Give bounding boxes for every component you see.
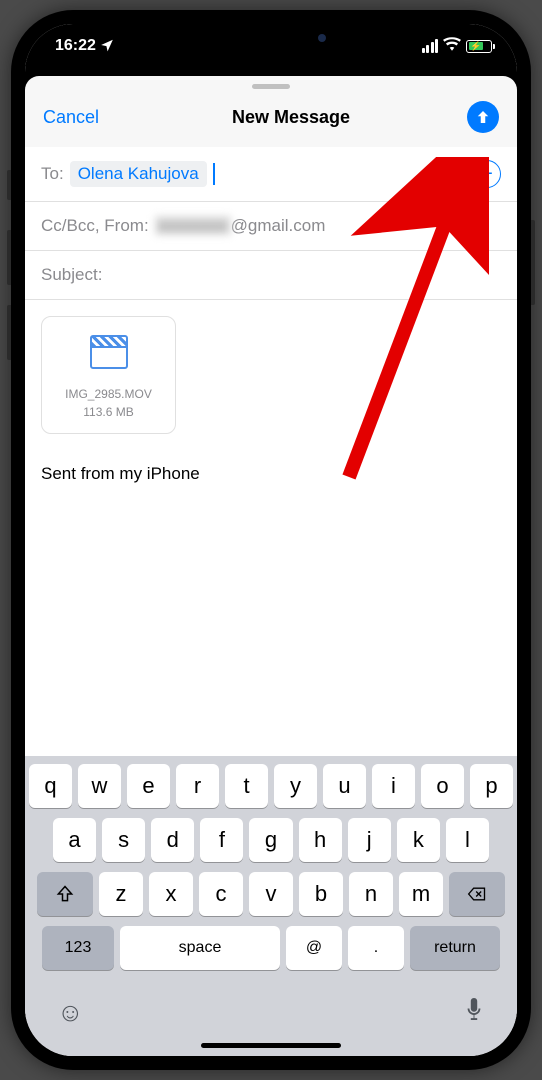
message-body[interactable]: IMG_2985.MOV 113.6 MB Sent from my iPhon… xyxy=(25,300,517,756)
iphone-frame: 16:22 ⚡ xyxy=(11,10,531,1070)
cellular-signal-icon xyxy=(422,39,439,53)
wifi-icon xyxy=(443,37,461,56)
plus-icon: + xyxy=(481,163,493,186)
key-m[interactable]: m xyxy=(399,872,443,916)
key-e[interactable]: e xyxy=(127,764,170,808)
key-j[interactable]: j xyxy=(348,818,391,862)
shift-key[interactable] xyxy=(37,872,93,916)
send-button[interactable] xyxy=(467,101,499,133)
key-r[interactable]: r xyxy=(176,764,219,808)
numbers-key[interactable]: 123 xyxy=(42,926,114,970)
keyboard-row-1: q w e r t y u i o p xyxy=(29,764,513,808)
key-b[interactable]: b xyxy=(299,872,343,916)
header-title: New Message xyxy=(232,107,350,128)
key-q[interactable]: q xyxy=(29,764,72,808)
sheet-grabber[interactable] xyxy=(252,84,290,89)
keyboard-row-2: a s d f g h j k l xyxy=(29,818,513,862)
location-indicator-icon xyxy=(100,38,114,55)
cancel-button[interactable]: Cancel xyxy=(43,107,115,128)
key-k[interactable]: k xyxy=(397,818,440,862)
cc-bcc-from-label: Cc/Bcc, From: xyxy=(41,216,149,236)
backspace-icon xyxy=(467,884,487,904)
add-contact-button[interactable]: + xyxy=(473,160,501,188)
arrow-up-icon xyxy=(474,108,492,126)
key-i[interactable]: i xyxy=(372,764,415,808)
attachment-filename: IMG_2985.MOV xyxy=(52,387,165,401)
key-y[interactable]: y xyxy=(274,764,317,808)
backspace-key[interactable] xyxy=(449,872,505,916)
compose-header: Cancel New Message xyxy=(25,95,517,147)
key-g[interactable]: g xyxy=(249,818,292,862)
key-z[interactable]: z xyxy=(99,872,143,916)
home-indicator[interactable] xyxy=(201,1043,341,1048)
text-cursor xyxy=(213,163,215,185)
subject-row[interactable]: Subject: xyxy=(25,251,517,300)
shift-icon xyxy=(55,884,75,904)
key-f[interactable]: f xyxy=(200,818,243,862)
key-x[interactable]: x xyxy=(149,872,193,916)
key-d[interactable]: d xyxy=(151,818,194,862)
key-h[interactable]: h xyxy=(299,818,342,862)
return-key[interactable]: return xyxy=(410,926,500,970)
emoji-button[interactable]: ☺ xyxy=(57,997,84,1028)
key-p[interactable]: p xyxy=(470,764,513,808)
key-a[interactable]: a xyxy=(53,818,96,862)
to-field-row[interactable]: To: Olena Kahujova + xyxy=(25,147,517,202)
key-w[interactable]: w xyxy=(78,764,121,808)
from-email: xxxxxxxx@gmail.com xyxy=(155,216,326,236)
key-c[interactable]: c xyxy=(199,872,243,916)
to-label: To: xyxy=(41,164,64,184)
keyboard-row-3: z x c v b n m xyxy=(29,872,513,916)
dot-key[interactable]: . xyxy=(348,926,404,970)
keyboard: q w e r t y u i o p a s d xyxy=(25,756,517,1056)
space-key[interactable]: space xyxy=(120,926,280,970)
emoji-icon: ☺ xyxy=(57,997,84,1027)
dictation-button[interactable] xyxy=(463,996,485,1029)
key-o[interactable]: o xyxy=(421,764,464,808)
battery-icon: ⚡ xyxy=(466,40,495,53)
key-s[interactable]: s xyxy=(102,818,145,862)
key-u[interactable]: u xyxy=(323,764,366,808)
key-t[interactable]: t xyxy=(225,764,268,808)
at-key[interactable]: @ xyxy=(286,926,342,970)
notch xyxy=(171,24,371,52)
keyboard-row-4: 123 space @ . return xyxy=(29,926,513,970)
cc-bcc-from-row[interactable]: Cc/Bcc, From: xxxxxxxx@gmail.com xyxy=(25,202,517,251)
status-time: 16:22 xyxy=(55,37,96,55)
microphone-icon xyxy=(463,996,485,1022)
key-n[interactable]: n xyxy=(349,872,393,916)
video-file-icon xyxy=(90,335,128,369)
attachment-filesize: 113.6 MB xyxy=(52,405,165,419)
keyboard-bottom-row: ☺ xyxy=(29,980,513,1037)
attachment-card[interactable]: IMG_2985.MOV 113.6 MB xyxy=(41,316,176,434)
key-l[interactable]: l xyxy=(446,818,489,862)
subject-label: Subject: xyxy=(41,265,102,285)
key-v[interactable]: v xyxy=(249,872,293,916)
recipient-pill[interactable]: Olena Kahujova xyxy=(70,161,207,187)
email-signature: Sent from my iPhone xyxy=(41,464,501,484)
